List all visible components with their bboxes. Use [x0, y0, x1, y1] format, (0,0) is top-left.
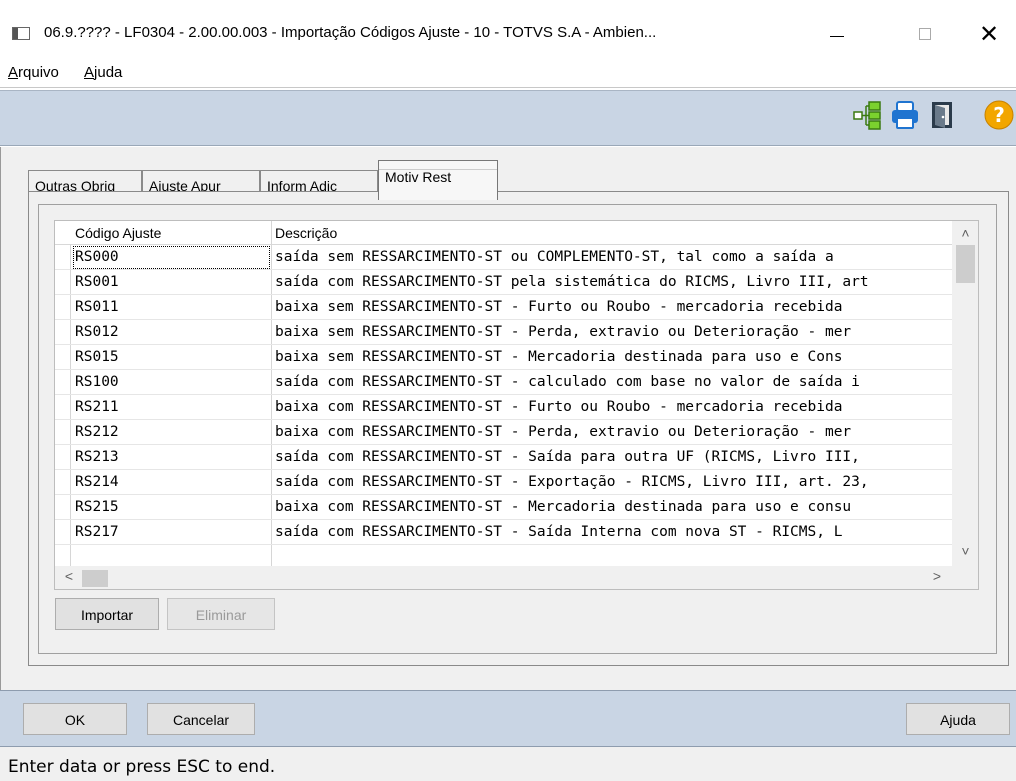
cell-descricao[interactable]: saída sem RESSARCIMENTO-ST ou COMPLEMENT…	[272, 245, 952, 270]
menu-arquivo[interactable]: Arquivo	[8, 64, 59, 81]
scroll-down-icon[interactable]: ˅	[952, 543, 978, 567]
cell-descricao[interactable]: baixa com RESSARCIMENTO-ST - Perda, extr…	[272, 420, 952, 445]
cell-codigo[interactable]: RS012	[72, 320, 271, 345]
cancel-button[interactable]: Cancelar	[147, 703, 255, 735]
tree-structure-icon[interactable]	[852, 99, 882, 131]
status-bar: Enter data or press ESC to end.	[0, 747, 1016, 781]
cell-codigo[interactable]: RS214	[72, 470, 271, 495]
horizontal-scroll-thumb[interactable]	[82, 570, 108, 587]
status-text: Enter data or press ESC to end.	[8, 757, 276, 777]
table-row[interactable]: RS215 baixa com RESSARCIMENTO-ST - Mercad…	[55, 495, 952, 520]
menu-ajuda[interactable]: Ajuda	[84, 64, 122, 81]
cell-codigo[interactable]: RS217	[72, 520, 271, 545]
row-divider	[55, 544, 952, 545]
cell-codigo[interactable]: RS100	[72, 370, 271, 395]
cell-descricao[interactable]: saída com RESSARCIMENTO-ST - Saída Inter…	[272, 520, 952, 545]
vertical-scrollbar[interactable]: ˄ ˅	[952, 221, 978, 567]
cell-descricao[interactable]: baixa sem RESSARCIMENTO-ST - Mercadoria …	[272, 345, 952, 370]
exit-door-icon[interactable]	[928, 99, 958, 131]
table-row[interactable]: RS217 saída com RESSARCIMENTO-ST - Saída …	[55, 520, 952, 545]
ok-button[interactable]: OK	[23, 703, 127, 735]
printer-icon[interactable]	[890, 99, 920, 131]
help-button[interactable]: Ajuda	[906, 703, 1010, 735]
close-icon: ✕	[978, 20, 1000, 48]
cell-codigo[interactable]: RS213	[72, 445, 271, 470]
app-icon[interactable]	[12, 27, 30, 40]
title-bar: 06.9.???? - LF0304 - 2.00.00.003 - Impor…	[0, 0, 1016, 52]
maximize-icon	[919, 28, 931, 40]
codes-grid[interactable]: Código Ajuste Descrição RS000 saída sem R…	[54, 220, 979, 568]
column-header-descricao[interactable]: Descrição	[275, 225, 337, 241]
vertical-scroll-thumb[interactable]	[956, 245, 975, 283]
table-row[interactable]: RS211 baixa com RESSARCIMENTO-ST - Furto …	[55, 395, 952, 420]
tab-motiv-rest[interactable]: Motiv Rest	[378, 160, 498, 200]
grid-header: Código Ajuste Descrição	[55, 221, 952, 245]
cell-codigo[interactable]: RS000	[72, 245, 271, 270]
scroll-left-icon[interactable]: <	[57, 568, 81, 588]
svg-text:?: ?	[993, 103, 1005, 127]
scroll-corner	[951, 566, 979, 590]
table-row[interactable]: RS012 baixa sem RESSARCIMENTO-ST - Perda,…	[55, 320, 952, 345]
minimize-button[interactable]	[814, 16, 860, 52]
cell-codigo[interactable]: RS015	[72, 345, 271, 370]
toolbar: ?	[0, 90, 1016, 146]
cell-descricao[interactable]: baixa sem RESSARCIMENTO-ST - Furto ou Ro…	[272, 295, 952, 320]
help-icon[interactable]: ?	[984, 99, 1014, 131]
table-row[interactable]: RS212 baixa com RESSARCIMENTO-ST - Perda,…	[55, 420, 952, 445]
tab-motiv-rest-label: Motiv Rest	[385, 169, 452, 185]
cell-codigo[interactable]: RS215	[72, 495, 271, 520]
delete-button[interactable]: Eliminar	[167, 598, 275, 630]
cell-codigo[interactable]: RS212	[72, 420, 271, 445]
scroll-right-icon[interactable]: >	[925, 568, 949, 588]
minimize-icon	[830, 35, 844, 37]
table-row[interactable]: RS011 baixa sem RESSARCIMENTO-ST - Furto …	[55, 295, 952, 320]
horizontal-scrollbar[interactable]: < >	[54, 566, 951, 590]
window-title: 06.9.???? - LF0304 - 2.00.00.003 - Impor…	[44, 24, 657, 41]
table-row[interactable]: RS214 saída com RESSARCIMENTO-ST - Export…	[55, 470, 952, 495]
table-row[interactable]: RS015 baixa sem RESSARCIMENTO-ST - Mercad…	[55, 345, 952, 370]
close-button[interactable]: ✕	[966, 16, 1012, 52]
menu-bar: Arquivo Ajuda	[0, 56, 1016, 88]
import-button[interactable]: Importar	[55, 598, 159, 630]
cell-codigo[interactable]: RS011	[72, 295, 271, 320]
cell-codigo[interactable]: RS001	[72, 270, 271, 295]
cell-descricao[interactable]: baixa com RESSARCIMENTO-ST - Mercadoria …	[272, 495, 952, 520]
table-row[interactable]: RS001 saída com RESSARCIMENTO-ST pela sis…	[55, 270, 952, 295]
cell-descricao[interactable]: baixa sem RESSARCIMENTO-ST - Perda, extr…	[272, 320, 952, 345]
cell-descricao[interactable]: saída com RESSARCIMENTO-ST pela sistemát…	[272, 270, 952, 295]
maximize-button[interactable]	[902, 16, 948, 52]
table-row[interactable]: RS100 saída com RESSARCIMENTO-ST - calcul…	[55, 370, 952, 395]
table-row[interactable]: RS213 saída com RESSARCIMENTO-ST - Saída …	[55, 445, 952, 470]
cell-codigo[interactable]: RS211	[72, 395, 271, 420]
column-header-codigo[interactable]: Código Ajuste	[75, 225, 161, 241]
cell-descricao[interactable]: saída com RESSARCIMENTO-ST - calculado c…	[272, 370, 952, 395]
cell-descricao[interactable]: saída com RESSARCIMENTO-ST - Saída para …	[272, 445, 952, 470]
cell-descricao[interactable]: saída com RESSARCIMENTO-ST - Exportação …	[272, 470, 952, 495]
table-row[interactable]: RS000 saída sem RESSARCIMENTO-ST ou COMPL…	[55, 245, 952, 270]
cell-descricao[interactable]: baixa com RESSARCIMENTO-ST - Furto ou Ro…	[272, 395, 952, 420]
bottom-button-bar: OK Cancelar Ajuda	[0, 690, 1016, 747]
